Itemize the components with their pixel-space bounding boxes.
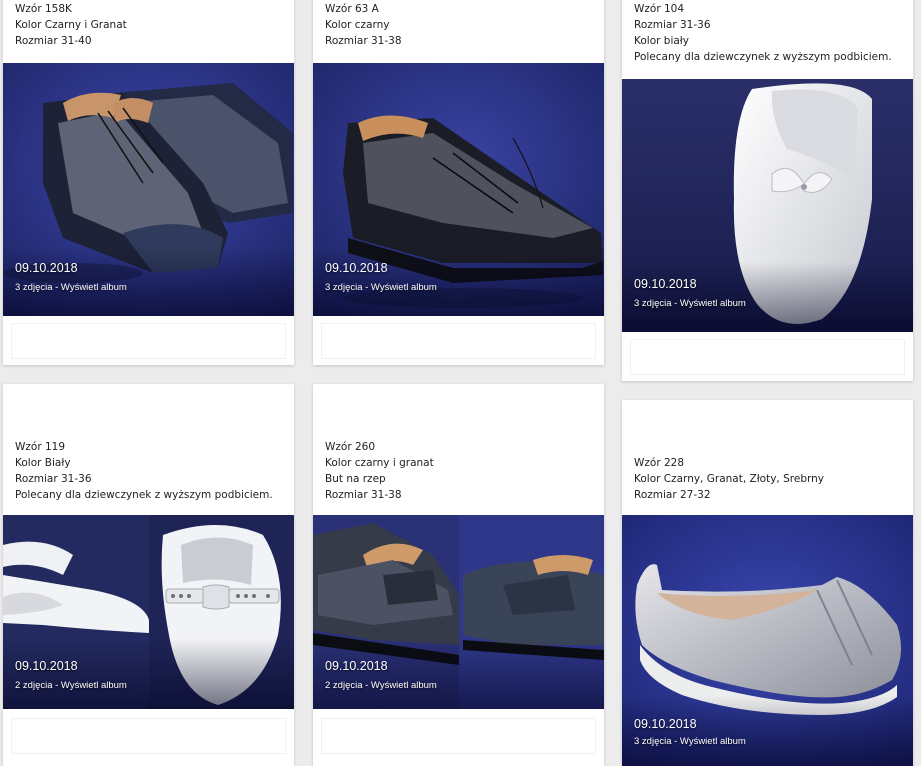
album-description: Wzór 119 Kolor Biały Rozmiar 31-36 Polec…	[15, 439, 273, 503]
photo-overlay	[3, 639, 294, 709]
album-date: 09.10.2018	[15, 659, 78, 673]
album-card: Wzór 228 Kolor Czarny, Granat, Złoty, Sr…	[622, 400, 913, 766]
album-model: Wzór 228	[634, 457, 685, 469]
album-note: Polecany dla dziewczynek z wyższym podbi…	[634, 51, 892, 63]
album-model: Wzór 260	[325, 441, 376, 453]
album-model: Wzór 119	[15, 441, 66, 453]
album-color: Kolor biały	[634, 35, 689, 47]
view-album-link[interactable]: 3 zdjęcia - Wyświetl album	[15, 282, 127, 293]
album-cover-photo[interactable]: 09.10.2018 2 zdjęcia - Wyświetl album	[3, 515, 294, 709]
album-size: Rozmiar 27-32	[634, 489, 711, 501]
photo-overlay	[622, 262, 913, 332]
album-size: Rozmiar 31-38	[325, 489, 402, 501]
album-cover-photo[interactable]: 09.10.2018 2 zdjęcia - Wyświetl album	[313, 515, 604, 709]
album-cover-photo[interactable]: 09.10.2018 3 zdjęcia - Wyświetl album	[313, 63, 604, 316]
album-card-footer	[11, 718, 286, 754]
album-color: Kolor czarny i granat	[325, 457, 434, 469]
album-cover-photo[interactable]: 09.10.2018 3 zdjęcia - Wyświetl album	[3, 63, 294, 316]
album-closure: But na rzep	[325, 473, 386, 485]
album-model: Wzór 158K	[15, 3, 72, 15]
album-card: Wzór 104 Rozmiar 31-36 Kolor biały Polec…	[622, 0, 913, 381]
album-color: Kolor Biały	[15, 457, 71, 469]
album-note: Polecany dla dziewczynek z wyższym podbi…	[15, 489, 273, 501]
album-cover-photo[interactable]: 09.10.2018 3 zdjęcia - Wyświetl album	[622, 515, 913, 766]
album-description: Wzór 158K Kolor Czarny i Granat Rozmiar …	[15, 1, 127, 49]
view-album-link[interactable]: 3 zdjęcia - Wyświetl album	[634, 736, 746, 747]
album-description: Wzór 104 Rozmiar 31-36 Kolor biały Polec…	[634, 1, 892, 65]
album-card: Wzór 63 A Kolor czarny Rozmiar 31-38 09.…	[313, 0, 604, 365]
album-card-footer	[321, 323, 596, 359]
photo-overlay	[3, 246, 294, 316]
album-card-footer	[11, 323, 286, 359]
album-date: 09.10.2018	[15, 261, 78, 275]
album-description: Wzór 228 Kolor Czarny, Granat, Złoty, Sr…	[634, 455, 824, 503]
album-size: Rozmiar 31-38	[325, 35, 402, 47]
album-date: 09.10.2018	[634, 717, 697, 731]
album-size: Rozmiar 31-36	[634, 19, 711, 31]
album-size: Rozmiar 31-36	[15, 473, 92, 485]
photo-overlay	[622, 696, 913, 766]
album-color: Kolor czarny	[325, 19, 390, 31]
photo-overlay	[313, 639, 604, 709]
album-card: Wzór 158K Kolor Czarny i Granat Rozmiar …	[3, 0, 294, 365]
album-description: Wzór 260 Kolor czarny i granat But na rz…	[325, 439, 434, 503]
album-card-footer	[630, 339, 905, 375]
view-album-link[interactable]: 3 zdjęcia - Wyświetl album	[634, 298, 746, 309]
album-color: Kolor Czarny i Granat	[15, 19, 127, 31]
album-date: 09.10.2018	[325, 261, 388, 275]
view-album-link[interactable]: 2 zdjęcia - Wyświetl album	[15, 680, 127, 691]
album-size: Rozmiar 31-40	[15, 35, 92, 47]
view-album-link[interactable]: 3 zdjęcia - Wyświetl album	[325, 282, 437, 293]
album-description: Wzór 63 A Kolor czarny Rozmiar 31-38	[325, 1, 402, 49]
photo-overlay	[313, 246, 604, 316]
album-date: 09.10.2018	[325, 659, 388, 673]
album-card: Wzór 119 Kolor Biały Rozmiar 31-36 Polec…	[3, 384, 294, 766]
album-color: Kolor Czarny, Granat, Złoty, Srebrny	[634, 473, 824, 485]
album-cover-photo[interactable]: 09.10.2018 3 zdjęcia - Wyświetl album	[622, 79, 913, 332]
album-model: Wzór 104	[634, 3, 685, 15]
view-album-link[interactable]: 2 zdjęcia - Wyświetl album	[325, 680, 437, 691]
album-card-footer	[321, 718, 596, 754]
album-model: Wzór 63 A	[325, 3, 379, 15]
album-date: 09.10.2018	[634, 277, 697, 291]
album-card: Wzór 260 Kolor czarny i granat But na rz…	[313, 384, 604, 766]
